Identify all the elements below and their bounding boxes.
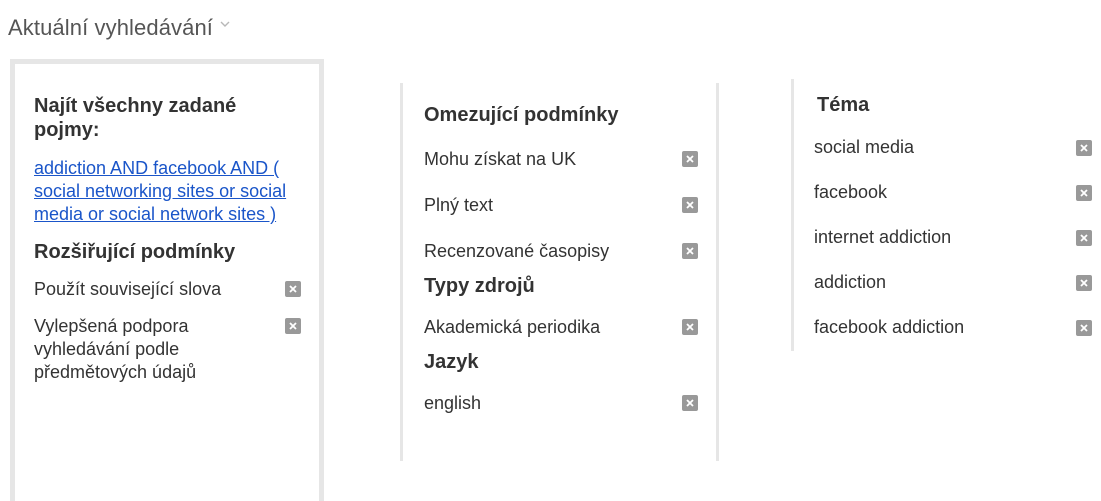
subject-label: facebook addiction (814, 317, 965, 337)
close-icon (1080, 143, 1088, 152)
close-icon (1080, 278, 1088, 287)
limiters-group: Omezující podmínky Mohu získat na UK Pln… (424, 103, 698, 274)
subject-item: facebook (814, 170, 1092, 215)
remove-subject-button[interactable] (1076, 139, 1092, 156)
limiter-label: Plný text (424, 194, 494, 215)
subject-label: addiction (814, 272, 887, 292)
limiters-heading: Omezující podmínky (424, 104, 619, 126)
remove-limiter-button[interactable] (682, 197, 698, 213)
language-group: Jazyk english (424, 350, 698, 426)
close-icon (686, 323, 694, 331)
current-search-toggle[interactable]: Aktuální vyhledávání (8, 8, 231, 48)
close-icon (1080, 233, 1088, 242)
close-icon (289, 322, 297, 330)
close-icon (686, 201, 694, 209)
limiters-column: Omezující podmínky Mohu získat na UK Pln… (400, 83, 719, 461)
expander-label: Vylepšená podpora vyhledávání podle před… (34, 316, 197, 382)
current-search-title: Aktuální vyhledávání (8, 15, 214, 40)
language-item: english (424, 380, 698, 426)
remove-language-button[interactable] (682, 395, 698, 411)
subject-heading: Téma (817, 94, 870, 116)
limiter-label: Mohu získat na UK (424, 148, 577, 169)
limiter-item: Mohu získat na UK (424, 136, 698, 182)
subject-item: addiction (814, 260, 1092, 305)
remove-limiter-button[interactable] (682, 151, 698, 167)
chevron-down-icon (219, 18, 231, 30)
remove-subject-button[interactable] (1076, 229, 1092, 246)
subject-item: social media (814, 125, 1092, 170)
source-type-item: Akademická periodika (424, 304, 698, 350)
subject-label: internet addiction (814, 227, 952, 247)
limiter-item: Recenzované časopisy (424, 228, 698, 274)
source-types-heading: Typy zdrojů (424, 275, 535, 297)
expander-item-related-words: Použít související slova (34, 278, 301, 301)
expanders-list: Použít související slova Vylepšená podpo… (34, 278, 301, 384)
subject-column: Téma social media facebook internet addi… (791, 79, 1101, 351)
remove-expander-button[interactable] (285, 281, 301, 297)
search-query-link[interactable]: addiction AND facebook AND ( social netw… (34, 157, 292, 226)
remove-subject-button[interactable] (1076, 274, 1092, 291)
remove-subject-button[interactable] (1076, 184, 1092, 201)
current-search-panel: Aktuální vyhledávání Najít všechny zadan… (0, 0, 1101, 501)
limiter-item: Plný text (424, 182, 698, 228)
close-icon (686, 399, 694, 407)
find-all-terms-heading: Najít všechny zadané pojmy: (34, 95, 237, 141)
source-types-group: Typy zdrojů Akademická periodika (424, 274, 698, 350)
close-icon (1080, 323, 1088, 332)
remove-subject-button[interactable] (1076, 319, 1092, 336)
close-icon (686, 155, 694, 163)
search-terms-box: Najít všechny zadané pojmy: addiction AN… (10, 59, 324, 501)
source-type-label: Akademická periodika (424, 316, 601, 337)
expander-item-subject-search: Vylepšená podpora vyhledávání podle před… (34, 315, 301, 384)
limiter-label: Recenzované časopisy (424, 240, 610, 261)
close-icon (1080, 188, 1088, 197)
subject-label: facebook (814, 182, 888, 202)
remove-source-type-button[interactable] (682, 319, 698, 335)
expander-label: Použít související slova (34, 279, 222, 299)
close-icon (289, 285, 297, 293)
subject-label: social media (814, 137, 915, 157)
subject-item: facebook addiction (814, 305, 1092, 350)
language-label: english (424, 392, 482, 413)
subject-item: internet addiction (814, 215, 1092, 260)
close-icon (686, 247, 694, 255)
remove-expander-button[interactable] (285, 318, 301, 334)
remove-limiter-button[interactable] (682, 243, 698, 259)
language-heading: Jazyk (424, 351, 479, 373)
expanders-heading: Rozšiřující podmínky (34, 241, 236, 263)
